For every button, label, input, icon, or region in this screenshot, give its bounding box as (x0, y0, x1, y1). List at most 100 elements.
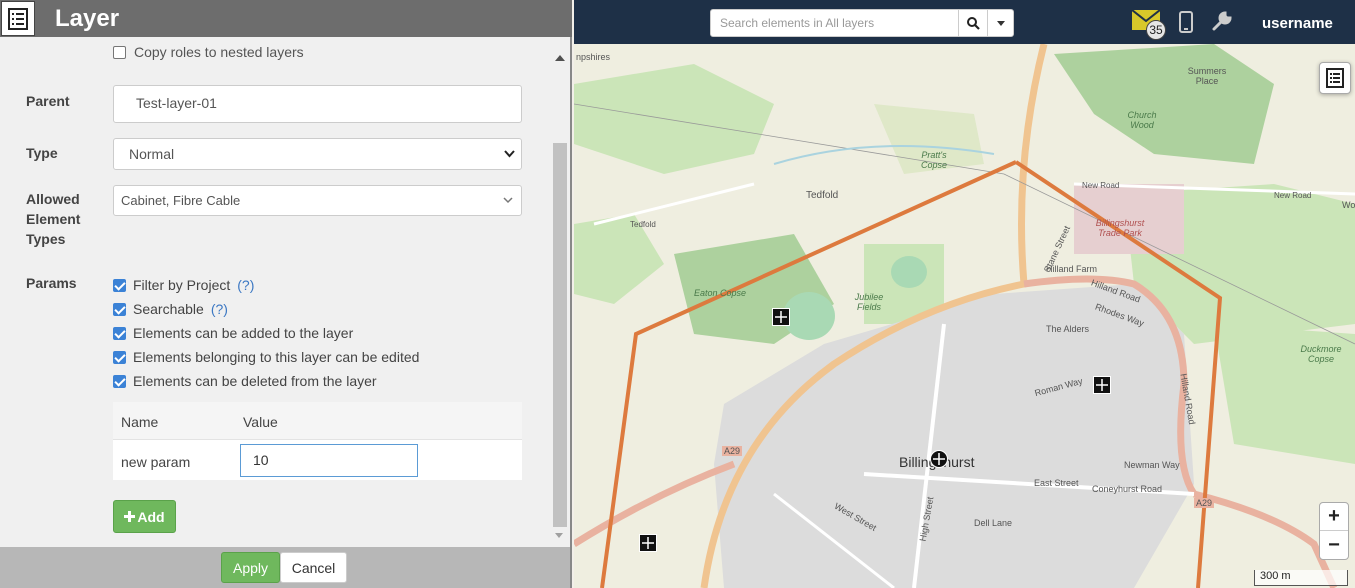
param-label: Filter by Project (133, 277, 231, 293)
move-icon (933, 453, 945, 465)
param-can-edit[interactable]: Elements belonging to this layer can be … (113, 349, 419, 365)
chevron-down-icon (504, 150, 515, 158)
layer-panel: Layer Copy roles to nested layers Parent… (0, 0, 572, 588)
map-label: Church Wood (1127, 110, 1157, 130)
map-label: Wo (1342, 200, 1355, 210)
map-label: Summers Place (1187, 66, 1227, 86)
copy-roles-label: Copy roles to nested layers (134, 44, 304, 60)
scale-bar: 300 m (1254, 570, 1348, 586)
map-label: A29 (722, 446, 743, 456)
param-value-input[interactable]: 10 (240, 444, 418, 477)
map-label: Tedfold (806, 190, 839, 201)
param-filter-by-project[interactable]: Filter by Project (?) (113, 277, 254, 293)
map-element-marker[interactable] (930, 450, 948, 468)
param-label: Elements can be added to the layer (133, 325, 354, 341)
copy-roles-checkbox[interactable] (113, 45, 126, 59)
allowed-types-select[interactable]: Cabinet, Fibre Cable (113, 185, 522, 216)
add-param-button[interactable]: Add (113, 500, 176, 533)
wrench-icon (1212, 11, 1232, 31)
value-column-header: Value (243, 414, 278, 430)
map-view[interactable]: npshires Summers Place Church Wood Pratt… (574, 44, 1355, 588)
parent-label: Parent (26, 93, 70, 109)
apply-button[interactable]: Apply (221, 552, 280, 583)
search-button[interactable] (958, 9, 988, 37)
can-edit-checkbox[interactable] (113, 350, 126, 364)
panel-title: Layer (55, 5, 120, 32)
panel-header: Layer (0, 0, 572, 37)
allowed-types-label: Allowed Element Types (26, 191, 81, 247)
settings-button[interactable] (1211, 10, 1233, 35)
map-label: Eaton Copse (694, 288, 747, 298)
map-label: Coneyhurst Road (1092, 484, 1163, 494)
map-label: Tedfold (630, 220, 656, 229)
map-label: Billingshurst Trade Park (1095, 218, 1145, 238)
layers-toggle-button[interactable] (1319, 62, 1351, 94)
param-label: Elements belonging to this layer can be … (133, 349, 420, 365)
map-label: Dell Lane (974, 518, 1013, 528)
mobile-phone-icon (1179, 11, 1193, 33)
panel-body: Copy roles to nested layers Parent Test-… (0, 37, 570, 547)
list-icon[interactable] (1, 1, 35, 36)
searchable-checkbox[interactable] (113, 302, 126, 316)
search-dropdown-button[interactable] (987, 9, 1014, 37)
move-icon (1096, 379, 1108, 391)
search-input[interactable]: Search elements in All layers (710, 9, 959, 37)
help-link[interactable]: (?) (237, 277, 254, 293)
help-link[interactable]: (?) (211, 301, 228, 317)
zoom-control: + − (1319, 502, 1349, 560)
type-label: Type (26, 145, 58, 161)
list-icon (1326, 68, 1344, 88)
map-element-marker[interactable] (639, 534, 657, 552)
scroll-up-arrow-icon[interactable] (555, 55, 565, 61)
filter-by-project-checkbox[interactable] (113, 278, 126, 292)
username-menu[interactable]: username (1262, 15, 1333, 32)
map-label: Duckmore Copse (1300, 344, 1342, 364)
can-add-checkbox[interactable] (113, 326, 126, 340)
zoom-in-button[interactable]: + (1320, 503, 1348, 531)
allowed-types-value: Cabinet, Fibre Cable (121, 193, 241, 208)
param-searchable[interactable]: Searchable (?) (113, 301, 228, 317)
map-label: npshires (576, 52, 611, 62)
params-table: Name Value new param 10 (113, 402, 522, 480)
map-label: New Road (1082, 181, 1120, 190)
messages-count-badge: 35 (1146, 20, 1166, 40)
map-label: The Alders (1046, 324, 1090, 334)
zoom-out-button[interactable]: − (1320, 531, 1348, 559)
param-can-delete[interactable]: Elements can be deleted from the layer (113, 373, 377, 389)
map-label: Hilland Farm (1046, 264, 1098, 274)
map-label: A29 (1194, 498, 1215, 508)
can-delete-checkbox[interactable] (113, 374, 126, 388)
map-label: Newman Way (1124, 460, 1180, 470)
param-name-cell: new param (121, 454, 191, 470)
scroll-down-arrow-icon[interactable] (555, 533, 563, 538)
panel-footer: Apply Cancel (0, 547, 570, 588)
map-label: Jubilee Fields (854, 292, 884, 312)
params-label: Params (26, 275, 77, 291)
move-icon (642, 537, 654, 549)
type-select[interactable]: Normal (113, 138, 522, 170)
name-column-header: Name (121, 414, 159, 430)
caret-down-icon (996, 20, 1005, 26)
params-table-header: Name Value (113, 402, 522, 440)
move-icon (775, 311, 787, 323)
mobile-button[interactable] (1179, 11, 1193, 36)
type-select-value: Normal (129, 146, 175, 162)
map-element-marker[interactable] (772, 308, 790, 326)
messages-button[interactable]: 35 (1132, 10, 1166, 40)
parent-field[interactable]: Test-layer-01 (113, 85, 522, 123)
add-label: Add (137, 508, 165, 525)
map-base-layer (574, 44, 1355, 588)
map-label: Pratt's Copse (920, 150, 947, 170)
param-label: Elements can be deleted from the layer (133, 373, 377, 389)
map-element-marker[interactable] (1093, 376, 1111, 394)
copy-roles-option[interactable]: Copy roles to nested layers (113, 44, 304, 60)
top-bar: Search elements in All layers 35 usernam… (574, 0, 1355, 44)
chevron-down-icon (503, 197, 513, 204)
map-label: New Road (1274, 191, 1312, 200)
scrollbar-thumb[interactable] (553, 143, 567, 527)
map-label: East Street (1034, 478, 1079, 488)
cancel-button[interactable]: Cancel (280, 552, 347, 583)
param-label: Searchable (133, 301, 204, 317)
plus-icon (124, 511, 136, 522)
param-can-add[interactable]: Elements can be added to the layer (113, 325, 353, 341)
